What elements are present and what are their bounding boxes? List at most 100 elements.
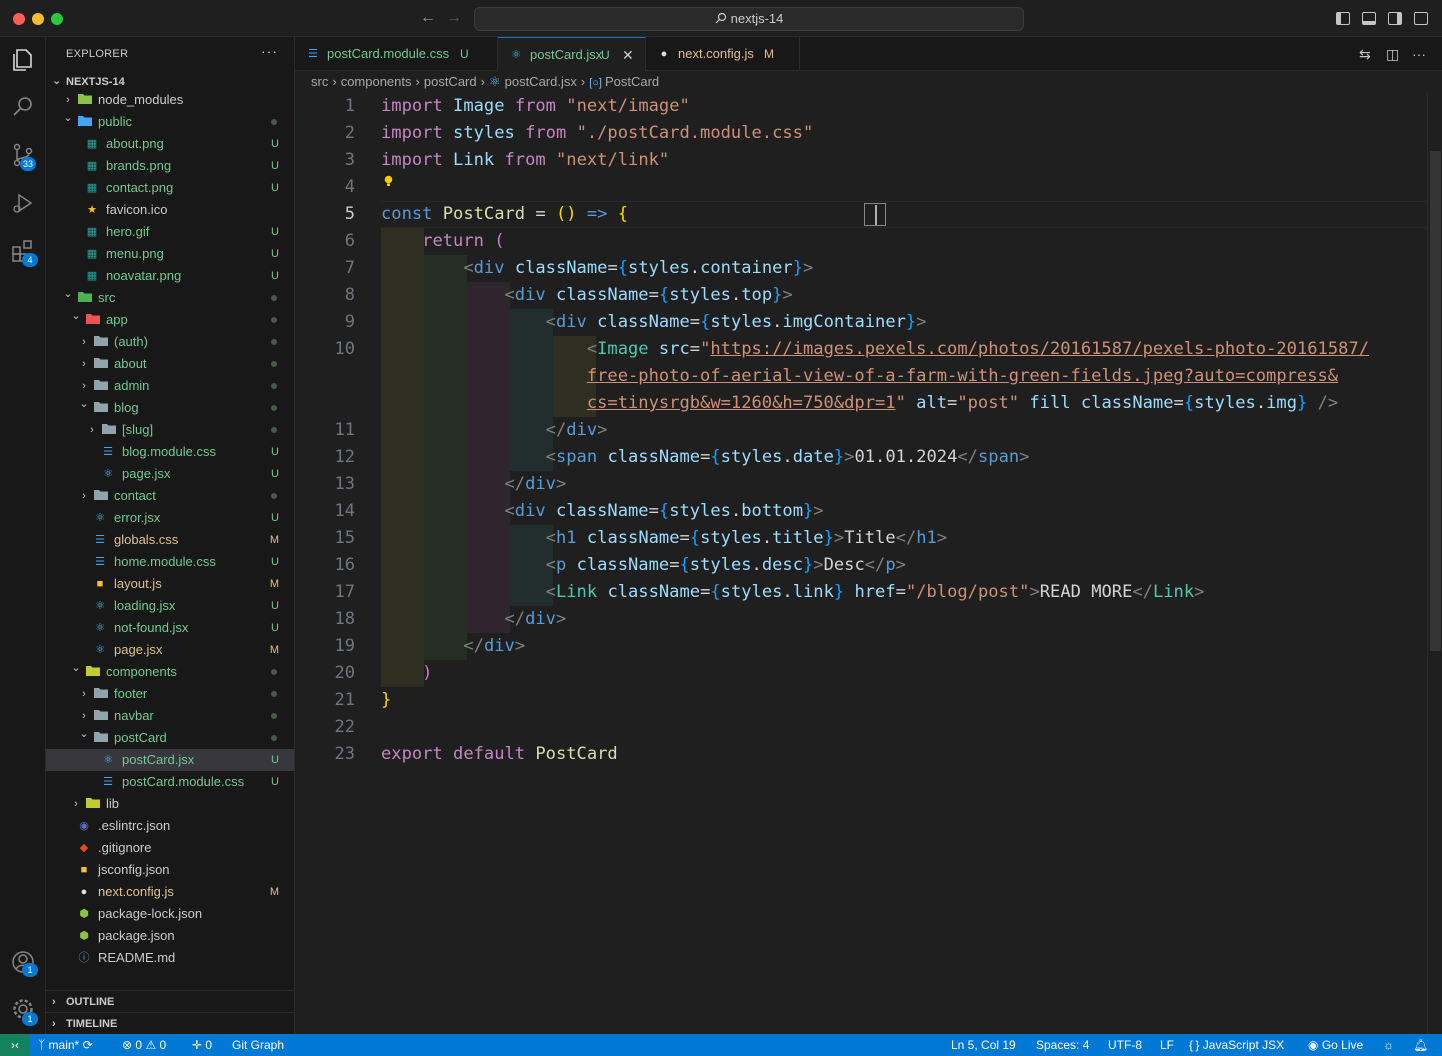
- toggle-sidebar-icon[interactable]: [1336, 12, 1350, 25]
- explorer-icon[interactable]: [9, 46, 37, 74]
- tree-item[interactable]: ⌄ components: [46, 661, 294, 683]
- code-line[interactable]: <div className={styles.top}>: [381, 282, 793, 309]
- cursor-position[interactable]: Ln 5, Col 19: [951, 1034, 1016, 1056]
- go-live-button[interactable]: ◉ Go Live: [1308, 1034, 1363, 1056]
- customize-layout-icon[interactable]: [1414, 12, 1428, 25]
- code-line[interactable]: import styles from "./postCard.module.cs…: [381, 120, 813, 147]
- breadcrumb-item[interactable]: PostCard: [605, 74, 659, 89]
- copilot-icon[interactable]: ☼: [1383, 1034, 1394, 1056]
- editor-scrollbar[interactable]: [1427, 93, 1442, 1034]
- code-line[interactable]: <div className={styles.container}>: [381, 255, 813, 282]
- code-line[interactable]: <p className={styles.desc}>Desc</p>: [381, 552, 906, 579]
- tree-item[interactable]: › lib: [46, 793, 294, 815]
- tab-0[interactable]: ☰ postCard.module.css U: [295, 37, 498, 71]
- search-icon[interactable]: [9, 93, 37, 121]
- code-line[interactable]: <h1 className={styles.title}>Title</h1>: [381, 525, 947, 552]
- tree-item[interactable]: ⬢ package-lock.json: [46, 903, 294, 925]
- code-editor[interactable]: 1 import Image from "next/image" 2 import s…: [295, 93, 1427, 1034]
- tree-item[interactable]: ■ jsconfig.json: [46, 859, 294, 881]
- tree-item[interactable]: › (auth): [46, 331, 294, 353]
- tree-item[interactable]: ⌄ postCard: [46, 727, 294, 749]
- tree-item[interactable]: › footer: [46, 683, 294, 705]
- breadcrumb-item[interactable]: postCard: [424, 74, 477, 89]
- code-line[interactable]: </div>: [381, 633, 525, 660]
- compare-changes-icon[interactable]: ⇆: [1359, 46, 1371, 63]
- tree-item[interactable]: ☰ blog.module.css U: [46, 441, 294, 463]
- run-debug-icon[interactable]: [9, 189, 37, 217]
- tree-item[interactable]: ⌄ blog: [46, 397, 294, 419]
- tree-item[interactable]: ⚛ not-found.jsx U: [46, 617, 294, 639]
- tree-item[interactable]: › [slug]: [46, 419, 294, 441]
- tree-item[interactable]: ⚛ postCard.jsx U: [46, 749, 294, 771]
- notifications-bell-icon[interactable]: 🔔︎: [1413, 1034, 1428, 1056]
- tree-item[interactable]: › about: [46, 353, 294, 375]
- tree-item[interactable]: ⓘ README.md: [46, 947, 294, 969]
- code-line[interactable]: <Link className={styles.link} href="/blo…: [381, 579, 1205, 606]
- more-actions-icon[interactable]: ···: [1412, 46, 1426, 62]
- tree-item[interactable]: ☰ home.module.css U: [46, 551, 294, 573]
- close-icon[interactable]: ✕: [622, 38, 634, 72]
- end-of-line[interactable]: LF: [1160, 1034, 1174, 1056]
- code-line[interactable]: <span className={styles.date}>01.01.2024…: [381, 444, 1030, 471]
- tree-item[interactable]: ☰ postCard.module.css U: [46, 771, 294, 793]
- tree-item[interactable]: › contact: [46, 485, 294, 507]
- breadcrumb-item[interactable]: src: [311, 74, 328, 89]
- tree-item[interactable]: ◉ .eslintrc.json: [46, 815, 294, 837]
- code-line[interactable]: </div>: [381, 471, 567, 498]
- git-graph-button[interactable]: Git Graph: [232, 1034, 284, 1056]
- close-window-button[interactable]: [13, 13, 25, 25]
- tree-item[interactable]: ▦ about.png U: [46, 133, 294, 155]
- tab-2[interactable]: ● next.config.js M: [646, 37, 800, 71]
- tree-item[interactable]: › node_modules: [46, 89, 294, 111]
- tree-item[interactable]: ★ favicon.ico: [46, 199, 294, 221]
- code-line[interactable]: return (: [381, 228, 504, 255]
- code-line[interactable]: <div className={styles.bottom}>: [381, 498, 824, 525]
- split-editor-icon[interactable]: ◫: [1386, 46, 1399, 63]
- toggle-panel-icon[interactable]: [1362, 12, 1376, 25]
- code-line[interactable]: </div>: [381, 606, 567, 633]
- tab-1[interactable]: ⚛ postCard.jsx U ✕: [498, 37, 646, 72]
- code-line[interactable]: cs=tinysrgb&w=1260&h=750&dpr=1" alt="pos…: [381, 390, 1338, 417]
- forward-arrow-icon[interactable]: →: [446, 9, 462, 27]
- tree-item[interactable]: ▦ contact.png U: [46, 177, 294, 199]
- command-center[interactable]: nextjs-14: [474, 7, 1024, 31]
- code-line[interactable]: ): [381, 660, 432, 687]
- toggle-secondary-sidebar-icon[interactable]: [1388, 12, 1402, 25]
- problems-indicator[interactable]: ⊗ 0 ⚠ 0: [122, 1034, 166, 1056]
- code-line[interactable]: <div className={styles.imgContainer}>: [381, 309, 927, 336]
- code-line[interactable]: <Image src="https://images.pexels.com/ph…: [381, 336, 1369, 363]
- tree-item[interactable]: ⬢ package.json: [46, 925, 294, 947]
- code-line[interactable]: free-photo-of-aerial-view-of-a-farm-with…: [381, 363, 1338, 390]
- tree-item[interactable]: ⚛ page.jsx M: [46, 639, 294, 661]
- scroll-thumb[interactable]: [1430, 151, 1441, 651]
- code-line[interactable]: import Image from "next/image": [381, 93, 690, 120]
- tree-item[interactable]: ⚛ loading.jsx U: [46, 595, 294, 617]
- code-line[interactable]: }: [381, 687, 391, 714]
- tree-item[interactable]: ◆ .gitignore: [46, 837, 294, 859]
- code-line[interactable]: import Link from "next/link": [381, 147, 669, 174]
- encoding[interactable]: UTF-8: [1108, 1034, 1142, 1056]
- code-line[interactable]: </div>: [381, 417, 608, 444]
- tree-item[interactable]: ● next.config.js M: [46, 881, 294, 903]
- breadcrumb-item[interactable]: postCard.jsx: [505, 74, 577, 89]
- indentation[interactable]: Spaces: 4: [1036, 1034, 1089, 1056]
- tree-item[interactable]: ▦ noavatar.png U: [46, 265, 294, 287]
- tree-item[interactable]: ⌄ public: [46, 111, 294, 133]
- code-line[interactable]: const PostCard = () => {: [381, 201, 628, 228]
- tree-item[interactable]: ☰ globals.css M: [46, 529, 294, 551]
- tree-item[interactable]: ⚛ page.jsx U: [46, 463, 294, 485]
- code-line[interactable]: export default PostCard: [381, 741, 618, 768]
- back-arrow-icon[interactable]: ←: [420, 9, 436, 27]
- tree-item[interactable]: ■ layout.js M: [46, 573, 294, 595]
- tree-item[interactable]: ⌄ app: [46, 309, 294, 331]
- lightbulb-icon[interactable]: [383, 175, 394, 187]
- maximize-window-button[interactable]: [51, 13, 63, 25]
- tree-item[interactable]: ▦ hero.gif U: [46, 221, 294, 243]
- explorer-more-actions[interactable]: ···: [261, 43, 278, 59]
- ports-indicator[interactable]: ✛ 0: [192, 1034, 212, 1056]
- language-mode[interactable]: { } JavaScript JSX: [1189, 1034, 1284, 1056]
- tree-item[interactable]: ▦ brands.png U: [46, 155, 294, 177]
- outline-panel-header[interactable]: › OUTLINE: [46, 990, 294, 1012]
- tree-item[interactable]: ⚛ error.jsx U: [46, 507, 294, 529]
- timeline-panel-header[interactable]: › TIMELINE: [46, 1012, 294, 1034]
